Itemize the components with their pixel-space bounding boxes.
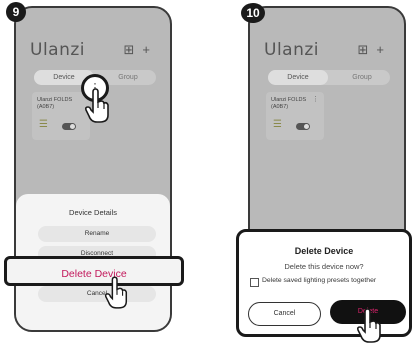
- device-name: Ulanzi FOLDS (A0B7): [271, 97, 306, 110]
- grid-icon[interactable]: ⊞: [358, 42, 377, 57]
- pointer-hand-icon: [84, 88, 109, 123]
- app-logo: Ulanzi: [264, 40, 320, 60]
- pointer-hand-icon: [356, 308, 381, 343]
- step-9-badge: 9: [6, 2, 26, 22]
- lamp-icon: ☰: [39, 119, 48, 130]
- device-name: Ulanzi FOLDS (A0B7): [37, 97, 72, 110]
- delete-device-button[interactable]: Delete Device: [4, 256, 184, 286]
- dialog-message: Delete this device now?: [284, 262, 364, 271]
- more-vertical-icon[interactable]: ⋮: [312, 95, 319, 103]
- tab-group[interactable]: Group: [332, 70, 392, 85]
- app-logo: Ulanzi: [30, 40, 86, 60]
- delete-presets-label[interactable]: Delete saved lighting presets together: [262, 277, 376, 284]
- delete-presets-checkbox[interactable]: [250, 278, 259, 287]
- device-card[interactable]: Ulanzi FOLDS (A0B7) ⋮ ☰: [266, 92, 324, 140]
- device-name-line1: Ulanzi FOLDS: [271, 97, 307, 103]
- power-toggle[interactable]: [296, 123, 310, 130]
- plus-icon[interactable]: +: [376, 42, 392, 57]
- device-card[interactable]: Ulanzi FOLDS (A0B7) ☰: [32, 92, 90, 140]
- lamp-icon: ☰: [273, 119, 282, 130]
- grid-icon[interactable]: ⊞: [124, 42, 143, 57]
- step-10-badge: 10: [241, 3, 265, 23]
- device-name-line2: (A0B7): [37, 103, 55, 110]
- device-name-line2: (A0B7): [271, 103, 289, 110]
- device-group-switch: Device Group: [268, 70, 390, 85]
- header-icons: ⊞+: [124, 42, 159, 58]
- cancel-button[interactable]: Cancel: [248, 302, 321, 326]
- power-toggle[interactable]: [62, 123, 76, 130]
- header-icons: ⊞+: [358, 42, 393, 58]
- rename-button[interactable]: Rename: [38, 226, 156, 242]
- delete-device-dialog: Delete Device Delete this device now? De…: [236, 229, 412, 337]
- device-name-line1: Ulanzi FOLDS: [37, 97, 73, 103]
- dialog-title: Delete Device: [294, 246, 354, 256]
- pointer-hand-icon: [104, 276, 128, 309]
- sheet-title: Device Details: [69, 208, 117, 217]
- plus-icon[interactable]: +: [142, 42, 158, 57]
- tab-device[interactable]: Device: [268, 70, 328, 85]
